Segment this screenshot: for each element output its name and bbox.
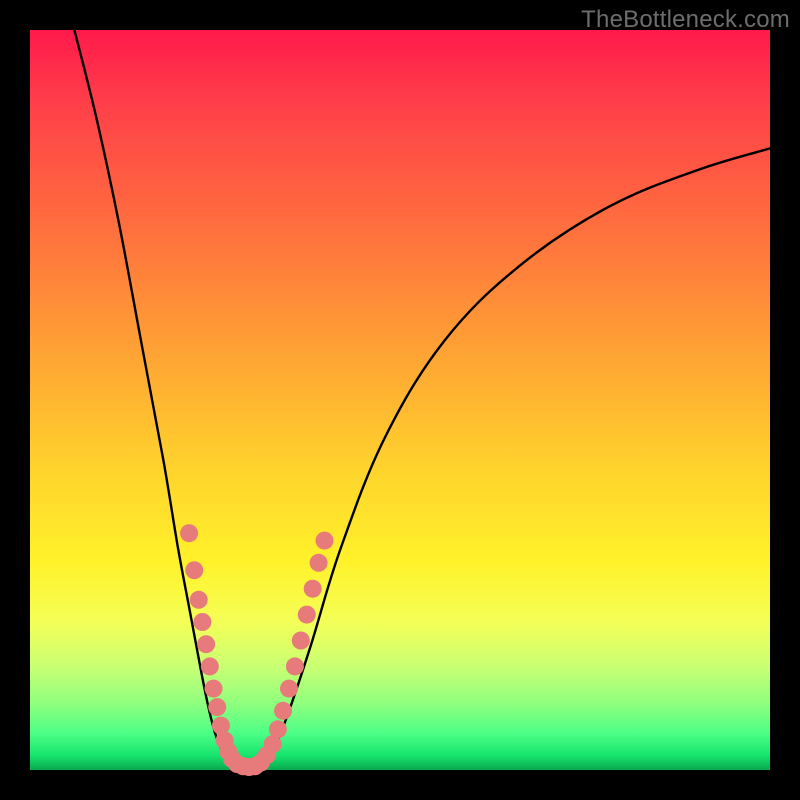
data-marker: [193, 613, 211, 631]
data-marker: [180, 524, 198, 542]
data-marker: [205, 680, 223, 698]
data-marker: [286, 657, 304, 675]
data-marker: [190, 591, 208, 609]
data-marker: [201, 657, 219, 675]
data-marker: [280, 680, 298, 698]
chart-svg: [30, 30, 770, 770]
data-marker: [197, 635, 215, 653]
data-marker: [316, 532, 334, 550]
data-marker: [208, 698, 226, 716]
data-marker: [269, 720, 287, 738]
data-marker: [185, 561, 203, 579]
watermark-text: TheBottleneck.com: [581, 6, 790, 34]
curve-group: [74, 30, 770, 768]
data-marker: [274, 702, 292, 720]
data-marker: [298, 606, 316, 624]
plot-area: [30, 30, 770, 770]
curve-right-curve: [259, 148, 770, 766]
data-marker: [310, 554, 328, 572]
data-marker: [292, 632, 310, 650]
outer-frame: TheBottleneck.com: [0, 0, 800, 800]
data-marker: [304, 580, 322, 598]
curve-left-curve: [74, 30, 237, 766]
